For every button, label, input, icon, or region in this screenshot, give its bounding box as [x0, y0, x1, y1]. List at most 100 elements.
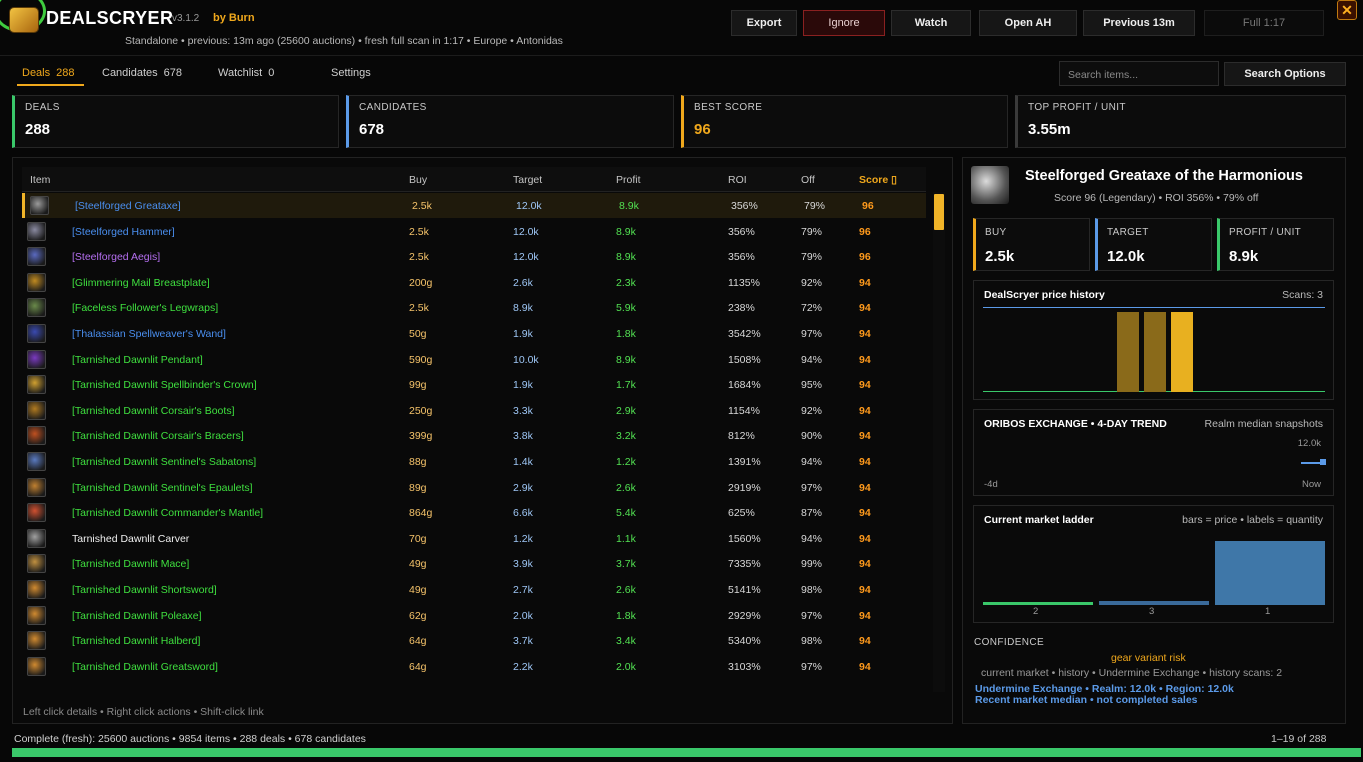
buy-cell: 2.5k	[409, 251, 429, 264]
item-name-cell[interactable]: [Tarnished Dawnlit Shortsword]	[72, 584, 217, 596]
item-name-cell[interactable]: Tarnished Dawnlit Carver	[72, 533, 189, 545]
profit-cell: 2.9k	[616, 404, 636, 417]
hammer-icon	[27, 221, 46, 241]
sabatons-icon	[27, 452, 46, 471]
roi-cell: 1391%	[728, 456, 761, 468]
item-name-cell[interactable]: [Tarnished Dawnlit Halberd]	[72, 635, 200, 647]
detail-target-value: 12.0k	[1107, 248, 1145, 265]
item-name-cell[interactable]: [Tarnished Dawnlit Poleaxe]	[72, 610, 202, 622]
item-name-cell[interactable]: [Tarnished Dawnlit Pendant]	[72, 354, 203, 366]
off-cell: 97%	[801, 481, 823, 494]
item-name-cell[interactable]: [Tarnished Dawnlit Corsair's Bracers]	[72, 430, 244, 442]
price-history-target-line	[983, 307, 1325, 308]
table-row[interactable]: [Steelforged Greataxe] 2.5k 12.0k 8.9k 356% 7…	[22, 193, 926, 218]
detail-buy-label: BUY	[985, 227, 1007, 238]
export-button[interactable]: Export	[731, 10, 797, 36]
roi-cell: 3542%	[728, 328, 761, 340]
confidence-sources: current market • history • Undermine Exc…	[981, 667, 1283, 679]
buy-cell: 99g	[409, 379, 427, 392]
profit-cell: 2.0k	[616, 660, 636, 673]
table-header-row	[22, 167, 926, 192]
table-row[interactable]: [Tarnished Dawnlit Poleaxe] 62g 2.0k 1.8k 29…	[22, 603, 926, 628]
trend-title: ORIBOS EXCHANGE • 4-DAY TREND	[984, 418, 1167, 430]
tab-deals-label: Deals	[22, 67, 51, 79]
candidates-stat-label: CANDIDATES	[359, 102, 427, 113]
item-name-cell[interactable]: [Tarnished Dawnlit Corsair's Boots]	[72, 405, 234, 417]
item-name-cell[interactable]: [Tarnished Dawnlit Greatsword]	[72, 661, 218, 673]
off-cell: 72%	[801, 302, 823, 315]
item-name-cell[interactable]: [Tarnished Dawnlit Sentinel's Sabatons]	[72, 456, 256, 468]
table-row[interactable]: [Steelforged Aegis] 2.5k 12.0k 8.9k 356% 79% 9…	[22, 244, 926, 269]
open-ah-button[interactable]: Open AH	[979, 10, 1077, 36]
profit-cell: 1.8k	[616, 328, 636, 340]
target-cell: 3.3k	[513, 404, 533, 417]
table-scrollbar-track[interactable]	[933, 192, 945, 692]
target-cell: 3.9k	[513, 558, 533, 571]
market-ladder-panel: Current market ladder bars = price • lab…	[973, 505, 1334, 623]
table-row[interactable]: [Steelforged Hammer] 2.5k 12.0k 8.9k 356% 79%…	[22, 219, 926, 244]
ignore-button[interactable]: Ignore	[803, 10, 885, 36]
mace-icon	[27, 554, 46, 574]
item-name-cell[interactable]: [Tarnished Dawnlit Spellbinder's Crown]	[72, 379, 257, 391]
column-header-score[interactable]: Score ▯	[859, 174, 897, 186]
roi-cell: 356%	[731, 200, 758, 212]
table-row[interactable]: [Thalassian Spellweaver's Wand] 50g 1.9k 1.…	[22, 321, 926, 346]
table-row[interactable]: Tarnished Dawnlit Carver 70g 1.2k 1.1k 1560%…	[22, 526, 926, 551]
candidates-stat-value: 678	[359, 121, 385, 138]
legwraps-icon	[27, 298, 46, 318]
table-row[interactable]: [Tarnished Dawnlit Corsair's Bracers] 399…	[22, 423, 926, 448]
score-cell: 94	[859, 609, 871, 622]
item-name-cell[interactable]: [Tarnished Dawnlit Sentinel's Epaulets]	[72, 482, 253, 494]
column-header-target[interactable]: Target	[513, 174, 542, 186]
tab-candidates[interactable]: Candidates 678	[102, 67, 182, 79]
buy-cell: 399g	[409, 430, 433, 443]
table-row[interactable]: [Tarnished Dawnlit Corsair's Boots] 250g 3…	[22, 398, 926, 423]
target-cell: 12.0k	[516, 200, 542, 212]
table-row[interactable]: [Tarnished Dawnlit Mace] 49g 3.9k 3.7k 7335%…	[22, 551, 926, 576]
column-header-buy[interactable]: Buy	[409, 174, 427, 186]
target-cell: 2.7k	[513, 584, 533, 596]
column-header-off[interactable]: Off	[801, 174, 815, 186]
table-row[interactable]: [Tarnished Dawnlit Greatsword] 64g 2.2k 2.0…	[22, 654, 926, 679]
table-row[interactable]: [Tarnished Dawnlit Spellbinder's Crown] 9…	[22, 372, 926, 397]
table-row[interactable]: [Glimmering Mail Breastplate] 200g 2.6k 2.3…	[22, 270, 926, 295]
item-name-cell[interactable]: [Steelforged Greataxe]	[75, 200, 181, 212]
item-name-cell[interactable]: [Steelforged Aegis]	[72, 251, 160, 263]
search-options-button[interactable]: Search Options	[1224, 62, 1346, 86]
item-name-cell[interactable]: [Glimmering Mail Breastplate]	[72, 277, 210, 289]
market-ladder-title: Current market ladder	[984, 514, 1094, 526]
table-scrollbar-thumb[interactable]	[934, 194, 944, 230]
close-icon[interactable]: ✕	[1337, 0, 1357, 20]
item-name-cell[interactable]: [Faceless Follower's Legwraps]	[72, 302, 218, 314]
column-header-item[interactable]: Item	[30, 174, 50, 186]
table-row[interactable]: [Tarnished Dawnlit Sentinel's Sabatons] 8…	[22, 449, 926, 474]
item-name-cell[interactable]: [Tarnished Dawnlit Mace]	[72, 558, 189, 570]
item-name-cell[interactable]: [Thalassian Spellweaver's Wand]	[72, 328, 226, 340]
table-row[interactable]: [Tarnished Dawnlit Sentinel's Epaulets] 8…	[22, 475, 926, 500]
watch-button[interactable]: Watch	[891, 10, 971, 36]
item-name-cell[interactable]: [Steelforged Hammer]	[72, 226, 175, 238]
roi-cell: 7335%	[728, 558, 761, 571]
detail-profit-card: PROFIT / UNIT 8.9k	[1217, 218, 1334, 271]
tab-settings[interactable]: Settings	[331, 67, 371, 79]
full-scan-button[interactable]: Full 1:17	[1204, 10, 1324, 36]
item-name-cell[interactable]: [Tarnished Dawnlit Commander's Mantle]	[72, 507, 263, 519]
top-profit-stat-label: TOP PROFIT / UNIT	[1028, 102, 1126, 113]
table-row[interactable]: [Tarnished Dawnlit Shortsword] 49g 2.7k 2.6…	[22, 577, 926, 602]
off-cell: 94%	[801, 353, 823, 366]
breastplate-icon	[27, 272, 46, 292]
detail-target-label: TARGET	[1107, 227, 1149, 238]
sort-indicator-icon: ▯	[891, 174, 897, 186]
column-header-roi[interactable]: ROI	[728, 174, 747, 186]
table-row[interactable]: [Tarnished Dawnlit Pendant] 590g 10.0k 8.9k…	[22, 347, 926, 372]
table-row[interactable]: [Tarnished Dawnlit Halberd] 64g 3.7k 3.4k 53…	[22, 628, 926, 653]
search-input[interactable]: Search items...	[1059, 61, 1219, 86]
column-header-profit[interactable]: Profit	[616, 174, 641, 186]
active-tab-underline	[17, 84, 84, 86]
tab-watchlist[interactable]: Watchlist 0	[218, 67, 274, 79]
tab-deals[interactable]: Deals 288	[22, 67, 74, 79]
previous-scan-button[interactable]: Previous 13m	[1083, 10, 1195, 36]
table-row[interactable]: [Faceless Follower's Legwraps] 2.5k 8.9k 5.…	[22, 295, 926, 320]
target-cell: 6.6k	[513, 507, 533, 520]
table-row[interactable]: [Tarnished Dawnlit Commander's Mantle] 86…	[22, 500, 926, 525]
